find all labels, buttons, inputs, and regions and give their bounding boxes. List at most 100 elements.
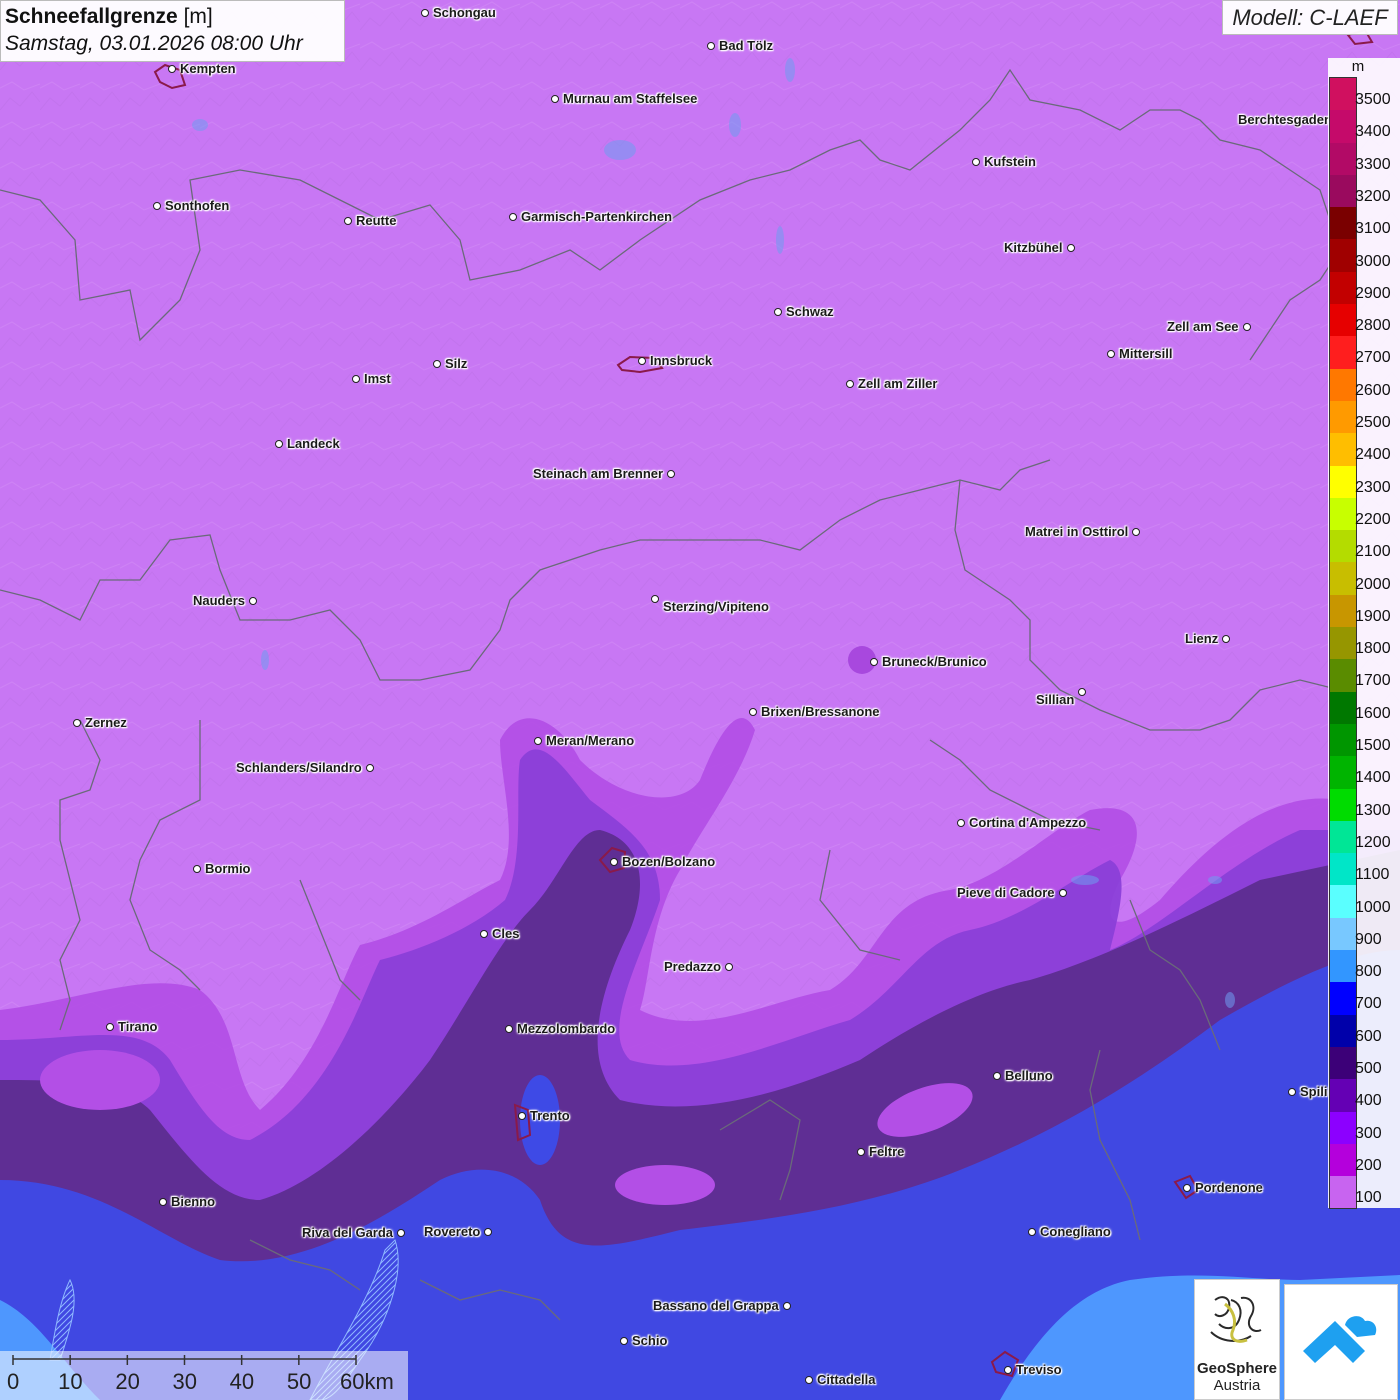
model-label: Modell: C-LAEF <box>1222 0 1398 35</box>
city-marker <box>774 308 782 316</box>
city-label: Brixen/Bressanone <box>761 704 880 719</box>
city-label: Feltre <box>869 1144 905 1159</box>
legend-label: 1100 <box>1355 866 1390 884</box>
snowfall-line-map[interactable]: Schongau Bad Tölz Kempten Murnau am Staffel… <box>0 0 1400 1400</box>
city-marker <box>610 858 618 866</box>
legend-label: 1400 <box>1355 769 1391 787</box>
city-marker <box>366 764 374 772</box>
cloud-arrow-icon <box>1303 1316 1377 1363</box>
city-label: Berchtesgaden <box>1238 112 1332 127</box>
city-marker <box>870 658 878 666</box>
geosphere-austria-logo[interactable]: GeoSphere Austria <box>1194 1279 1280 1400</box>
geosphere-country: Austria <box>1213 1377 1261 1394</box>
city-marker <box>484 1228 492 1236</box>
city-marker <box>433 360 441 368</box>
legend-swatch <box>1330 174 1356 208</box>
legend-swatch <box>1330 594 1356 628</box>
city-marker <box>275 440 283 448</box>
legend-swatch <box>1330 304 1356 337</box>
legend-label: 1900 <box>1355 607 1391 625</box>
city-marker <box>159 1198 167 1206</box>
city-marker <box>957 819 965 827</box>
legend-swatch <box>1330 1176 1356 1209</box>
city-label: Cittadella <box>817 1372 876 1387</box>
city-marker <box>352 375 360 383</box>
legend-swatch <box>1330 530 1356 563</box>
legend-label: 800 <box>1355 963 1382 981</box>
legend-label: 200 <box>1355 1156 1382 1174</box>
city-marker <box>509 213 517 221</box>
legend-swatch <box>1330 982 1356 1015</box>
legend-label: 500 <box>1355 1060 1382 1077</box>
legend-swatch <box>1330 562 1356 595</box>
legend-swatch <box>1330 917 1356 951</box>
variable-name: Schneefallgrenze <box>5 5 178 28</box>
legend-label: 2000 <box>1355 575 1391 593</box>
city-marker <box>1004 1366 1012 1374</box>
city-label: Schio <box>632 1333 668 1348</box>
city-label: Steinach am Brenner <box>533 466 664 481</box>
city-marker <box>1078 688 1086 696</box>
city-label: Belluno <box>1005 1068 1053 1083</box>
city-label: Cortina d'Ampezzo <box>969 815 1087 830</box>
legend-swatch <box>1330 239 1356 272</box>
city-label: Sonthofen <box>165 198 230 213</box>
legend-swatch <box>1330 465 1356 498</box>
legend-label: 1500 <box>1355 737 1391 754</box>
city-label: Meran/Merano <box>546 733 635 748</box>
city-marker <box>1183 1184 1191 1192</box>
app-logo-button[interactable] <box>1284 1284 1398 1400</box>
legend-swatch <box>1330 336 1356 369</box>
city-marker <box>397 1229 405 1237</box>
geosphere-name: GeoSphere <box>1196 1360 1278 1377</box>
scale-label: 0 <box>7 1369 20 1394</box>
legend-label: 2700 <box>1355 349 1391 367</box>
legend-label: 3200 <box>1355 187 1391 205</box>
city-label: Zernez <box>85 715 127 730</box>
scale-label: 60km <box>340 1369 394 1394</box>
city-marker <box>106 1023 114 1031</box>
scale-label: 20 <box>115 1369 140 1394</box>
city-label: Spili <box>1300 1084 1328 1099</box>
city-marker <box>1288 1088 1296 1096</box>
city-label: Trento <box>530 1108 570 1123</box>
legend-label: 1200 <box>1355 833 1391 851</box>
legend-swatch <box>1330 788 1356 821</box>
city-label: Sillian <box>1036 692 1075 707</box>
legend-swatch <box>1330 691 1356 724</box>
zone-200m-tirano <box>40 1050 160 1110</box>
legend-swatch <box>1330 627 1356 660</box>
legend-unit: m <box>1351 58 1365 75</box>
city-label: Schongau <box>433 5 496 20</box>
city-label: Mezzolombardo <box>517 1021 616 1036</box>
legend-label: 2600 <box>1355 381 1391 399</box>
legend-swatch <box>1330 885 1356 918</box>
legend-label: 1300 <box>1355 801 1391 819</box>
city-marker <box>1222 635 1230 643</box>
city-label: Kempten <box>180 61 236 76</box>
legend-swatch <box>1330 659 1356 692</box>
legend-swatch <box>1330 207 1356 240</box>
legend-label: 3300 <box>1355 155 1391 173</box>
scale-bar: 0 10 20 30 40 50 60km <box>0 1351 408 1400</box>
city-label: Lienz <box>1185 631 1219 646</box>
city-marker <box>707 42 715 50</box>
city-label: Matrei in Osttirol <box>1025 524 1129 539</box>
city-label: Bassano del Grappa <box>653 1298 779 1313</box>
city-marker <box>73 719 81 727</box>
forecast-datetime: Samstag, 03.01.2026 08:00 Uhr <box>5 32 303 55</box>
variable-unit: [m] <box>183 5 213 28</box>
city-marker <box>153 202 161 210</box>
legend-label: 2300 <box>1355 478 1391 496</box>
legend-swatch <box>1330 110 1356 143</box>
legend-swatch <box>1330 142 1356 175</box>
legend-swatch <box>1330 433 1356 466</box>
city-marker <box>620 1337 628 1345</box>
scale-label: 40 <box>229 1369 255 1394</box>
scale-label: 50 <box>286 1369 312 1394</box>
city-marker <box>518 1112 526 1120</box>
city-marker <box>505 1025 513 1033</box>
legend-swatch <box>1330 723 1356 757</box>
city-marker <box>846 380 854 388</box>
legend-label: 2200 <box>1355 510 1391 528</box>
